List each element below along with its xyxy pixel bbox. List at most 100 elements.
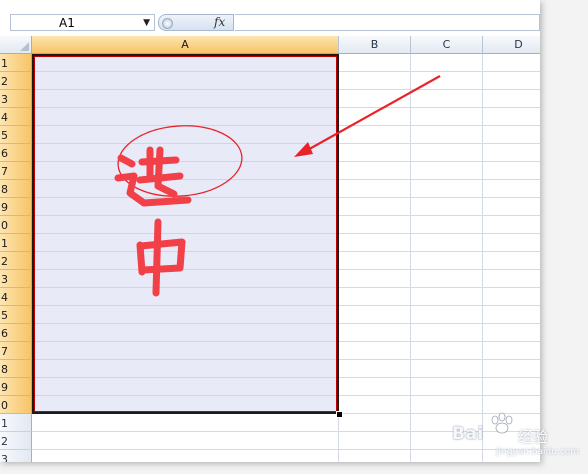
cell[interactable]: [411, 90, 483, 108]
cell[interactable]: [483, 144, 540, 162]
cell[interactable]: [339, 450, 411, 462]
row-header[interactable]: 0: [0, 216, 32, 234]
row-header[interactable]: 4: [0, 108, 32, 126]
row-header[interactable]: 6: [0, 324, 32, 342]
cell[interactable]: [483, 234, 540, 252]
cell[interactable]: [483, 54, 540, 72]
cell[interactable]: [339, 342, 411, 360]
cell[interactable]: [483, 126, 540, 144]
cell[interactable]: [339, 54, 411, 72]
cell[interactable]: [339, 396, 411, 414]
cell[interactable]: [339, 360, 411, 378]
cell[interactable]: [411, 162, 483, 180]
cell[interactable]: [339, 198, 411, 216]
cell[interactable]: [483, 180, 540, 198]
cell[interactable]: [483, 252, 540, 270]
cell[interactable]: [411, 198, 483, 216]
formula-input[interactable]: [235, 14, 540, 31]
cell[interactable]: [411, 306, 483, 324]
row-header[interactable]: 1: [0, 234, 32, 252]
cell[interactable]: [411, 288, 483, 306]
cell[interactable]: [411, 108, 483, 126]
cell[interactable]: [411, 180, 483, 198]
cell[interactable]: [339, 288, 411, 306]
cell[interactable]: [339, 378, 411, 396]
cell[interactable]: [339, 324, 411, 342]
cell[interactable]: [483, 198, 540, 216]
row-header[interactable]: 0: [0, 396, 32, 414]
selected-range-a1-a20[interactable]: [32, 54, 339, 414]
cell[interactable]: [339, 72, 411, 90]
select-all-button[interactable]: [0, 36, 32, 54]
cell[interactable]: [339, 162, 411, 180]
insert-function-icon[interactable]: fx: [214, 14, 225, 31]
cell[interactable]: [339, 90, 411, 108]
cell[interactable]: [411, 144, 483, 162]
column-header-d[interactable]: D: [483, 36, 540, 54]
row-header[interactable]: 6: [0, 144, 32, 162]
row-header[interactable]: 8: [0, 360, 32, 378]
cell[interactable]: [411, 234, 483, 252]
cell[interactable]: [483, 324, 540, 342]
row-header[interactable]: 5: [0, 126, 32, 144]
cell[interactable]: [411, 216, 483, 234]
cell[interactable]: [339, 216, 411, 234]
row-header[interactable]: 2: [0, 252, 32, 270]
cell[interactable]: [339, 180, 411, 198]
column-header-c[interactable]: C: [411, 36, 483, 54]
cell[interactable]: [339, 252, 411, 270]
row-header[interactable]: 1: [0, 54, 32, 72]
cell[interactable]: [411, 324, 483, 342]
column-header-b[interactable]: B: [339, 36, 411, 54]
column-header-a[interactable]: A: [32, 36, 339, 54]
row-header[interactable]: 2: [0, 432, 32, 450]
row-header[interactable]: 5: [0, 306, 32, 324]
cell[interactable]: [339, 270, 411, 288]
cell[interactable]: [483, 72, 540, 90]
cell[interactable]: [32, 432, 339, 450]
row-header[interactable]: 1: [0, 414, 32, 432]
row-header[interactable]: 9: [0, 378, 32, 396]
cell[interactable]: [339, 306, 411, 324]
cell[interactable]: [483, 90, 540, 108]
cell[interactable]: [411, 342, 483, 360]
cell[interactable]: [32, 450, 339, 462]
cell[interactable]: [483, 342, 540, 360]
cell[interactable]: [411, 72, 483, 90]
row-header[interactable]: 7: [0, 162, 32, 180]
row-header[interactable]: 3: [0, 450, 32, 462]
cell[interactable]: [483, 306, 540, 324]
cell[interactable]: [483, 288, 540, 306]
row-header[interactable]: 3: [0, 90, 32, 108]
cell[interactable]: [339, 234, 411, 252]
cell[interactable]: [339, 126, 411, 144]
watermark-brand: Bai: [452, 424, 484, 444]
cell[interactable]: [411, 54, 483, 72]
cell[interactable]: [339, 432, 411, 450]
row-header[interactable]: 9: [0, 198, 32, 216]
cell[interactable]: [339, 144, 411, 162]
row-header[interactable]: 8: [0, 180, 32, 198]
cell[interactable]: [483, 270, 540, 288]
chevron-down-icon[interactable]: ▼: [143, 15, 150, 32]
name-box[interactable]: A1 ▼: [10, 14, 155, 31]
splitter-knob-icon[interactable]: [162, 18, 173, 29]
cell[interactable]: [339, 414, 411, 432]
row-header[interactable]: 4: [0, 288, 32, 306]
cell[interactable]: [411, 378, 483, 396]
cell[interactable]: [411, 126, 483, 144]
cell[interactable]: [483, 360, 540, 378]
row-header[interactable]: 2: [0, 72, 32, 90]
cell[interactable]: [483, 378, 540, 396]
cell[interactable]: [483, 108, 540, 126]
row-header[interactable]: 3: [0, 270, 32, 288]
row-header[interactable]: 7: [0, 342, 32, 360]
cell[interactable]: [339, 108, 411, 126]
cell[interactable]: [411, 360, 483, 378]
cell[interactable]: [411, 270, 483, 288]
cell[interactable]: [483, 216, 540, 234]
cell[interactable]: [411, 252, 483, 270]
fill-handle[interactable]: [336, 411, 343, 418]
cell[interactable]: [32, 414, 339, 432]
cell[interactable]: [483, 162, 540, 180]
